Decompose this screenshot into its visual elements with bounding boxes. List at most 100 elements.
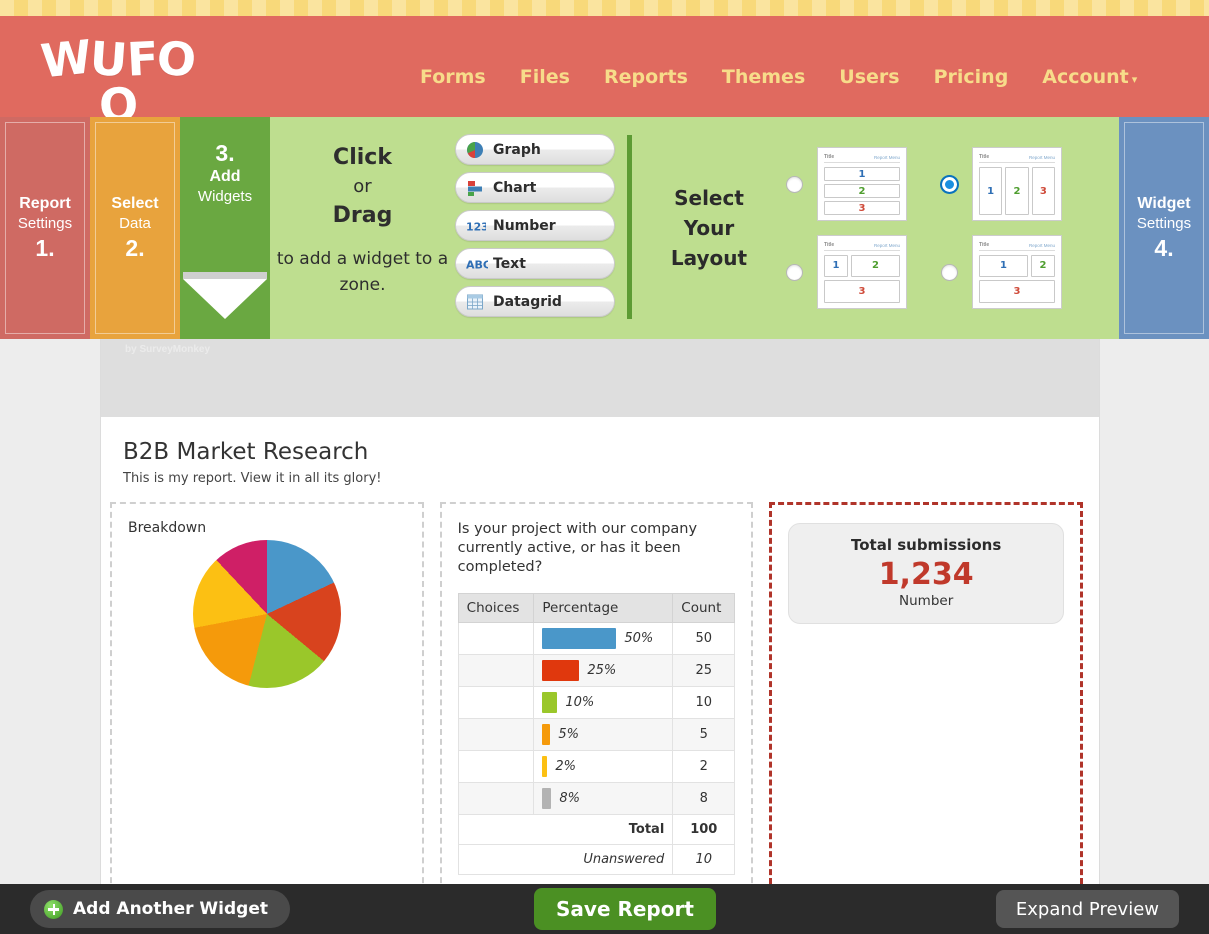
- step-number: 2.: [125, 234, 144, 262]
- report-description[interactable]: This is my report. View it in all its gl…: [123, 471, 1099, 486]
- report-preview-area: by SurveyMonkey B2B Market Research This…: [0, 339, 1209, 884]
- layout-option-small-left[interactable]: Title Report Menu 1 2 3: [786, 235, 907, 309]
- column-header-percentage: Percentage: [534, 594, 673, 623]
- layout-cell-3: 3: [824, 280, 900, 304]
- nav-item-forms[interactable]: Forms: [420, 66, 486, 88]
- nav-item-files[interactable]: Files: [520, 66, 570, 88]
- widget-zone-2[interactable]: Is your project with our company current…: [440, 502, 754, 893]
- save-report-button[interactable]: Save Report: [534, 888, 716, 930]
- layout-radio-stacked[interactable]: [786, 176, 803, 193]
- percentage-label: 50%: [624, 631, 653, 646]
- datagrid-question: Is your project with our company current…: [458, 520, 736, 577]
- expand-preview-button[interactable]: Expand Preview: [996, 890, 1179, 928]
- percentage-bar: [542, 628, 616, 649]
- step-label-regular: Data: [119, 214, 151, 234]
- bar-chart-icon: [466, 179, 484, 197]
- cell-choice: [458, 655, 534, 687]
- report-page: by SurveyMonkey B2B Market Research This…: [100, 339, 1100, 884]
- layout-option-small-right[interactable]: Title Report Menu 1 2 3: [941, 235, 1062, 309]
- step-label-bold: Select: [111, 194, 158, 214]
- percentage-bar: [542, 660, 579, 681]
- cell-count: 50: [673, 623, 735, 655]
- widget-zone-3[interactable]: Total submissions 1,234 Number: [769, 502, 1083, 893]
- widget-zone-1[interactable]: Breakdown: [110, 502, 424, 893]
- drag-instructions: Click or Drag to add a widget to a zone.: [270, 117, 455, 339]
- layout-label-line2: Your: [650, 213, 768, 243]
- thumb-title: Title: [979, 154, 989, 160]
- widget-button-datagrid[interactable]: Datagrid: [455, 286, 615, 317]
- step-number: 4.: [1154, 234, 1173, 262]
- cell-choice: [458, 783, 534, 815]
- widget-button-text[interactable]: ABC Text: [455, 248, 615, 279]
- step-label-bold: Widget: [1137, 194, 1190, 214]
- step-number: 1.: [35, 234, 54, 262]
- layout-cell-3: 3: [1032, 167, 1055, 215]
- nav-label: Account: [1042, 66, 1128, 88]
- column-header-choices: Choices: [458, 594, 534, 623]
- layout-radio-three-columns[interactable]: [941, 176, 958, 193]
- plus-icon: [44, 900, 63, 919]
- pie-chart-graphic: [193, 540, 341, 688]
- step-label-regular: Settings: [1137, 214, 1191, 234]
- layout-label-line1: Select: [650, 183, 768, 213]
- layout-cell-2: 2: [824, 184, 900, 198]
- widget-button-label: Number: [493, 218, 556, 234]
- percentage-bar: [542, 692, 557, 713]
- number-widget-subtitle: Number: [799, 593, 1053, 609]
- layout-selector-label: Select Your Layout: [650, 183, 768, 273]
- step-tab-widget-settings[interactable]: Widget Settings 4.: [1119, 117, 1209, 339]
- nav-item-themes[interactable]: Themes: [722, 66, 805, 88]
- percentage-label: 10%: [565, 695, 594, 710]
- builder-footer: Add Another Widget Save Report Expand Pr…: [0, 884, 1209, 934]
- thumb-link: Report Menu: [1029, 155, 1055, 160]
- widget-button-number[interactable]: 123 Number: [455, 210, 615, 241]
- add-another-widget-label: Add Another Widget: [73, 899, 268, 919]
- cell-choice: [458, 719, 534, 751]
- layout-thumbnail-stacked: Title Report Menu 1 2 3: [817, 147, 907, 221]
- expand-preview-label: Expand Preview: [1016, 899, 1159, 920]
- cell-choice: [458, 623, 534, 655]
- widget-button-graph[interactable]: Graph: [455, 134, 615, 165]
- unanswered-label: Unanswered: [458, 845, 673, 875]
- abc-icon: ABC: [466, 255, 484, 273]
- layout-cell-3: 3: [824, 201, 900, 215]
- layout-radio-small-left[interactable]: [786, 264, 803, 281]
- grid-icon: [466, 293, 484, 311]
- cell-percentage: 25%: [534, 655, 673, 687]
- widget-type-buttons: Graph Chart 123 Number: [455, 117, 615, 339]
- total-label: Total: [458, 815, 673, 845]
- add-widgets-panel: Click or Drag to add a widget to a zone.…: [270, 117, 1119, 339]
- layout-radio-small-right[interactable]: [941, 264, 958, 281]
- step-tab-select-data[interactable]: Select Data 2.: [90, 117, 180, 339]
- add-another-widget-button[interactable]: Add Another Widget: [30, 890, 290, 928]
- layout-option-stacked[interactable]: Title Report Menu 1 2 3: [786, 147, 907, 221]
- breakdown-table: Choices Percentage Count 50%5025%2510%10…: [458, 593, 736, 875]
- step-number: 3.: [215, 139, 234, 167]
- logo-wordmark: WUFOO: [28, 36, 208, 128]
- cell-count: 5: [673, 719, 735, 751]
- step-tab-add-widgets[interactable]: 3. Add Widgets: [180, 117, 270, 339]
- layout-option-three-columns[interactable]: Title Report Menu 1 2 3: [941, 147, 1062, 221]
- layout-cell-2: 2: [1031, 255, 1055, 277]
- widget-button-chart[interactable]: Chart: [455, 172, 615, 203]
- percentage-bar: [542, 788, 551, 809]
- report-title[interactable]: B2B Market Research: [123, 439, 1099, 465]
- instruction-or: or: [353, 172, 371, 201]
- active-step-arrow-icon: [183, 272, 267, 319]
- layout-cell-3: 3: [979, 280, 1055, 304]
- nav-item-reports[interactable]: Reports: [604, 66, 688, 88]
- table-row: 8%8: [458, 783, 735, 815]
- number-widget[interactable]: Total submissions 1,234 Number: [788, 523, 1064, 624]
- cell-percentage: 10%: [534, 687, 673, 719]
- nav-item-users[interactable]: Users: [839, 66, 899, 88]
- nav-item-account[interactable]: Account▾: [1042, 66, 1137, 88]
- svg-text:123: 123: [466, 220, 486, 233]
- graph-widget-title: Breakdown: [128, 520, 406, 536]
- layout-label-line3: Layout: [650, 243, 768, 273]
- step-label-regular: Settings: [18, 214, 72, 234]
- thumb-link: Report Menu: [874, 243, 900, 248]
- nav-item-pricing[interactable]: Pricing: [934, 66, 1009, 88]
- step-tab-report-settings[interactable]: Report Settings 1.: [0, 117, 90, 339]
- table-row: 5%5: [458, 719, 735, 751]
- layout-cell-1: 1: [979, 255, 1028, 277]
